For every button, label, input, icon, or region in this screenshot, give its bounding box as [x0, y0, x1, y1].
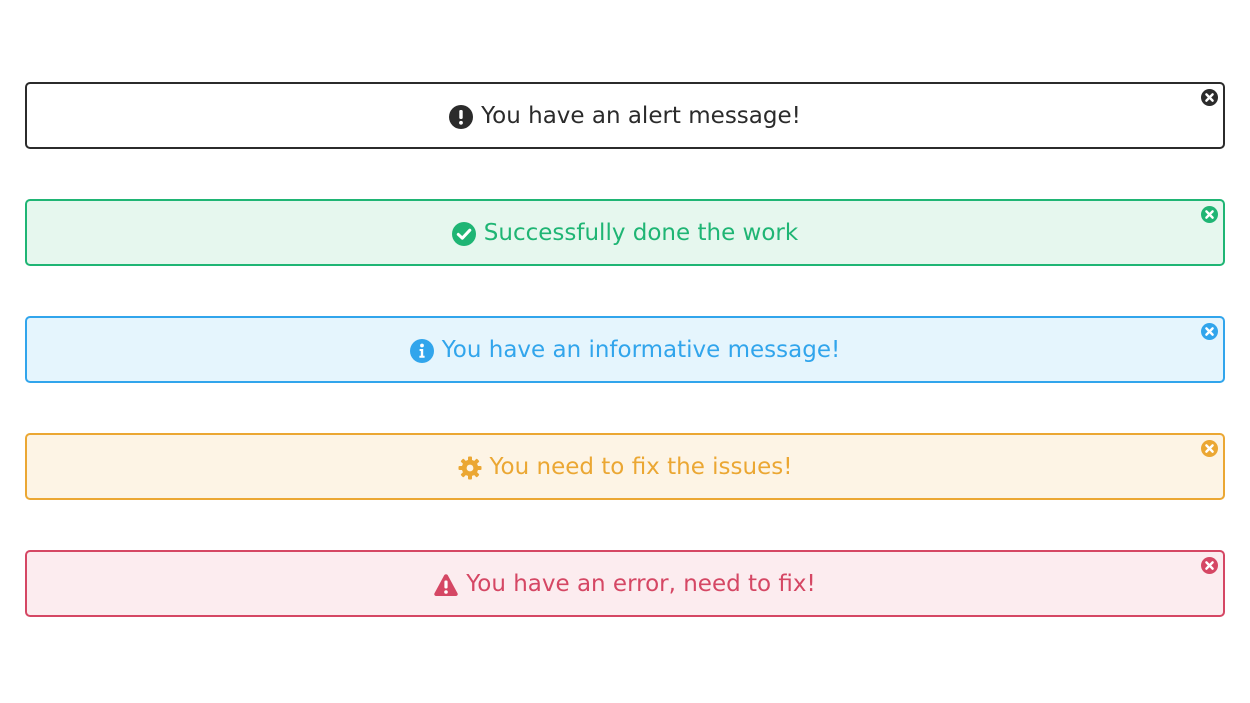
alert-info: You have an informative message! — [25, 316, 1225, 383]
alert-list: You have an alert message! Successfully … — [0, 0, 1250, 703]
alert-message: You have an informative message! — [441, 337, 841, 363]
alert-content: You need to fix the issues! — [458, 454, 793, 480]
alert-warning: You need to fix the issues! — [25, 433, 1225, 500]
alert-danger: You have an error, need to fix! — [25, 550, 1225, 617]
warning-triangle-icon — [434, 573, 458, 597]
gear-icon — [458, 456, 482, 480]
alert-content: Successfully done the work — [451, 220, 799, 246]
alert-success: Successfully done the work — [25, 199, 1225, 266]
check-circle-icon — [451, 221, 476, 246]
close-circle-icon[interactable] — [1201, 323, 1218, 340]
close-circle-icon[interactable] — [1201, 440, 1218, 457]
alert-message: You need to fix the issues! — [489, 454, 793, 480]
alert-default: You have an alert message! — [25, 82, 1225, 149]
alert-content: You have an informative message! — [409, 337, 841, 363]
alert-content: You have an error, need to fix! — [434, 573, 816, 597]
close-circle-icon[interactable] — [1201, 206, 1218, 223]
alert-message: You have an alert message! — [481, 103, 801, 129]
close-circle-icon[interactable] — [1201, 89, 1218, 106]
close-circle-icon[interactable] — [1201, 557, 1218, 574]
info-circle-icon — [409, 338, 434, 363]
alert-message: You have an error, need to fix! — [466, 571, 816, 597]
alert-message: Successfully done the work — [483, 220, 799, 246]
exclamation-circle-icon — [449, 104, 474, 129]
alert-content: You have an alert message! — [449, 103, 801, 129]
